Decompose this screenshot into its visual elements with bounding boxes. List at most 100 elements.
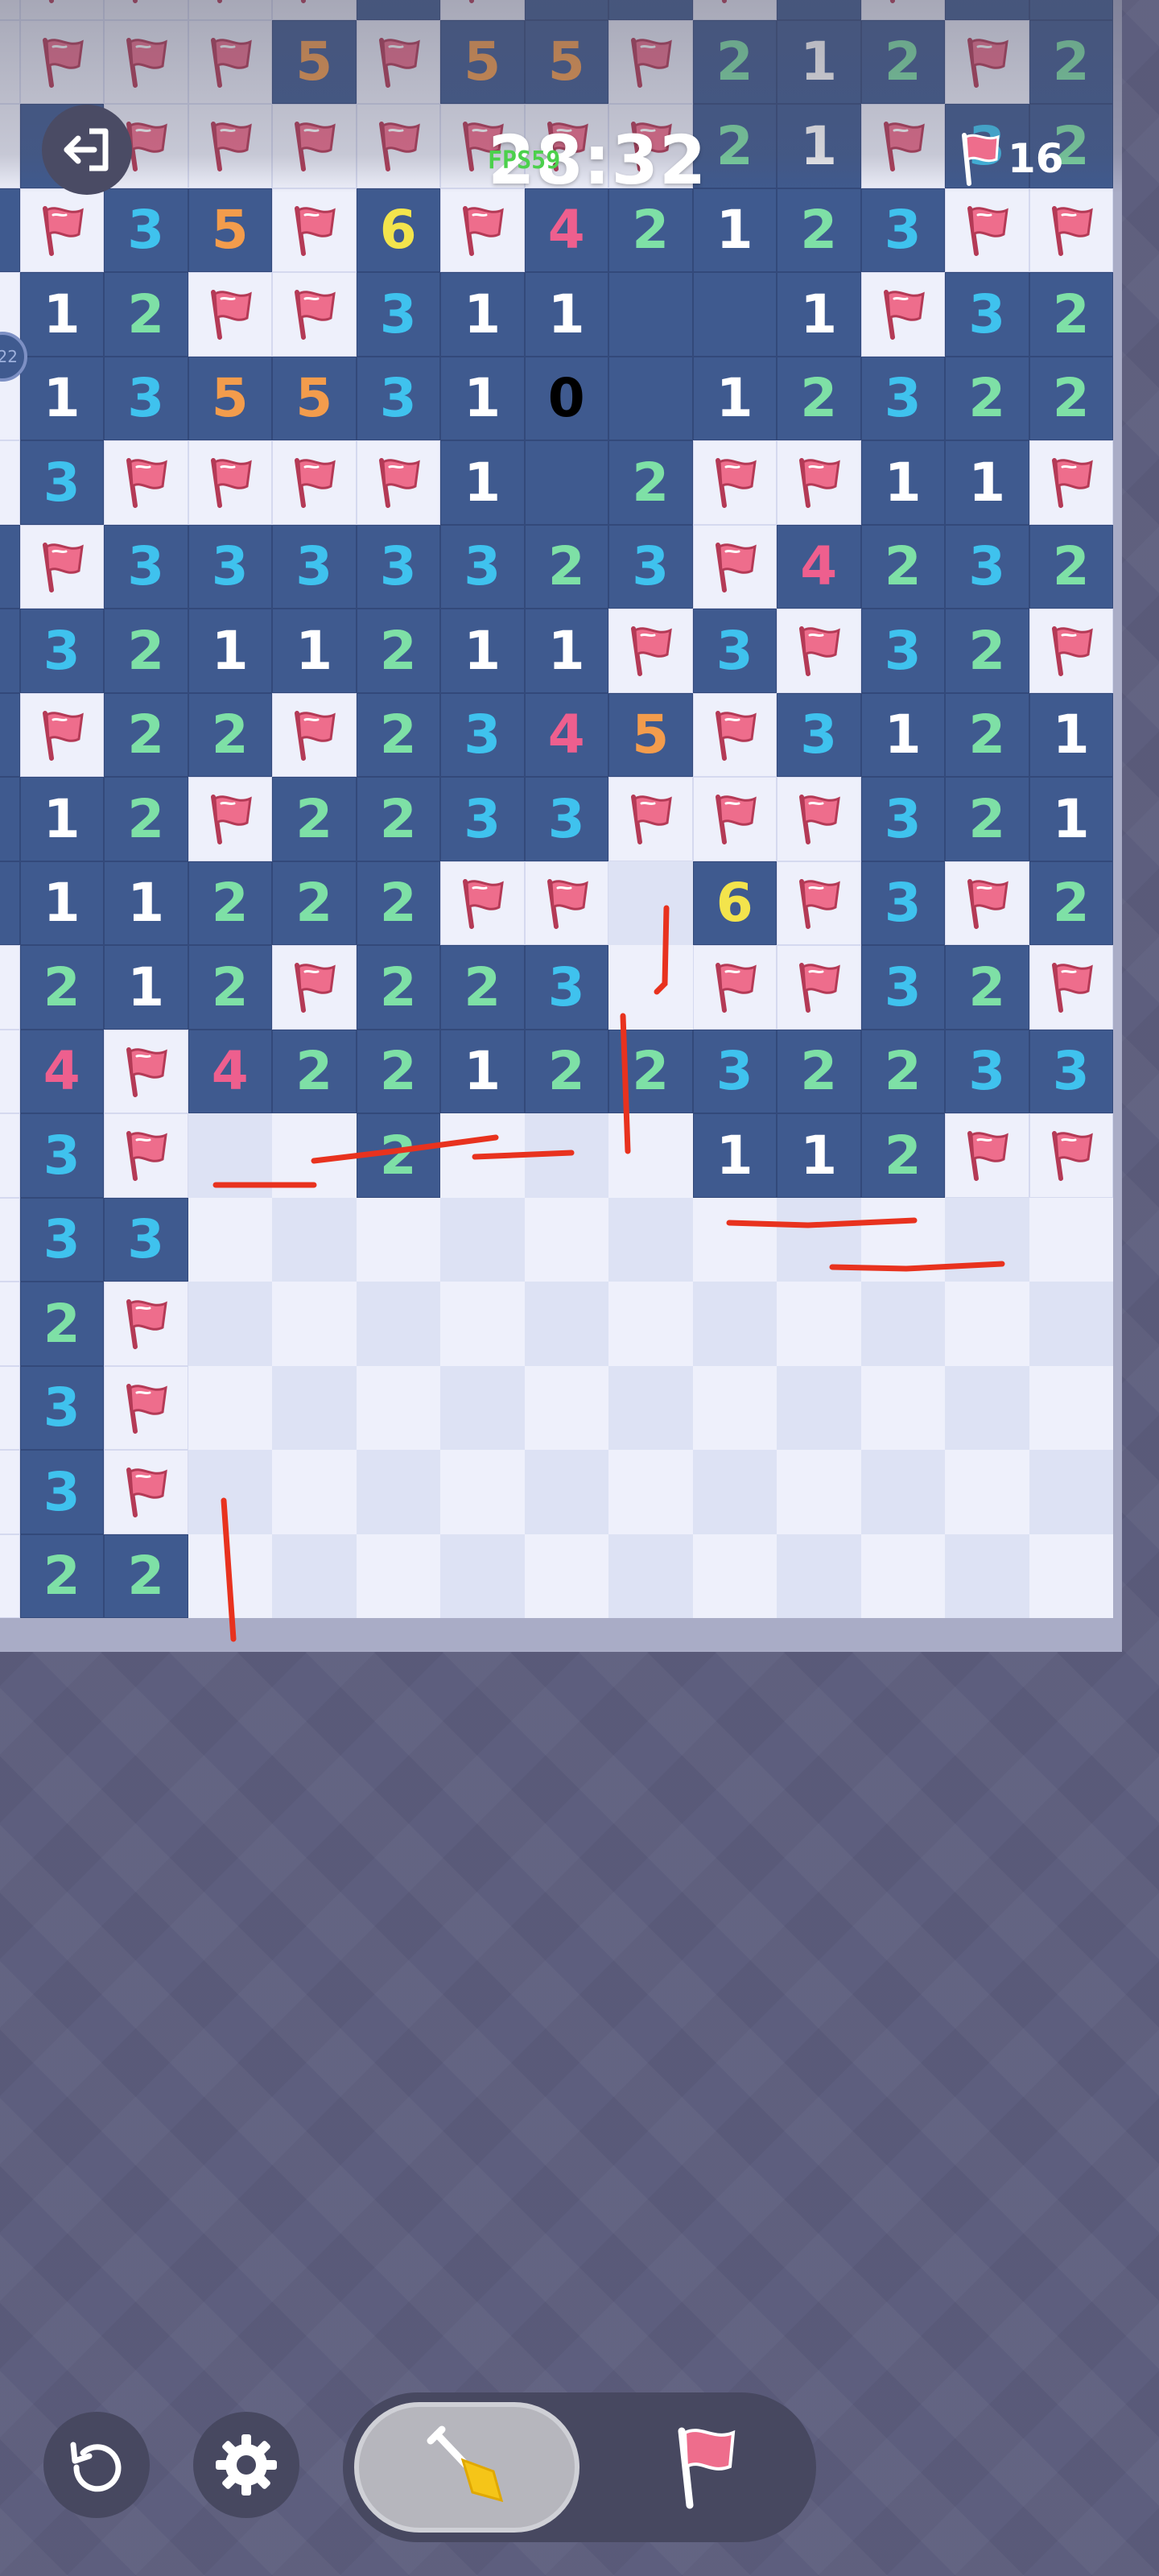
flagged-cell[interactable] bbox=[0, 0, 20, 20]
hidden-cell[interactable] bbox=[608, 1365, 693, 1450]
number-cell[interactable]: 2 bbox=[440, 945, 525, 1030]
number-cell[interactable]: 3 bbox=[608, 524, 693, 609]
flagged-cell[interactable] bbox=[692, 0, 777, 20]
flagged-cell[interactable] bbox=[188, 777, 272, 861]
number-cell[interactable]: 3 bbox=[356, 524, 440, 609]
hidden-cell[interactable] bbox=[608, 1534, 693, 1618]
number-cell[interactable]: 2 bbox=[860, 19, 945, 104]
number-cell[interactable]: 1 bbox=[19, 861, 104, 945]
number-cell[interactable]: 1 bbox=[777, 272, 861, 357]
number-cell[interactable]: 3 bbox=[860, 609, 945, 693]
number-cell[interactable]: 2 bbox=[860, 1029, 945, 1113]
hidden-cell[interactable] bbox=[524, 1197, 608, 1282]
revealed-empty-cell[interactable] bbox=[608, 272, 693, 357]
hidden-cell[interactable] bbox=[1029, 1282, 1113, 1366]
restart-button[interactable] bbox=[43, 2412, 150, 2518]
flag-mode-button[interactable] bbox=[608, 2402, 802, 2533]
flagged-cell[interactable] bbox=[945, 861, 1029, 945]
number-cell[interactable]: 1 bbox=[19, 356, 104, 440]
flagged-cell[interactable] bbox=[19, 692, 104, 777]
hidden-cell[interactable] bbox=[777, 1365, 861, 1450]
hidden-cell[interactable] bbox=[692, 1197, 777, 1282]
number-cell[interactable]: 5 bbox=[608, 692, 693, 777]
flagged-cell[interactable] bbox=[1029, 440, 1113, 525]
number-cell[interactable]: 1 bbox=[777, 19, 861, 104]
flagged-cell[interactable] bbox=[104, 1365, 188, 1450]
number-cell[interactable]: 5 bbox=[356, 0, 440, 20]
number-cell[interactable]: 2 bbox=[188, 861, 272, 945]
hidden-cell[interactable] bbox=[860, 1197, 945, 1282]
number-cell[interactable]: 5 bbox=[188, 356, 272, 440]
hidden-cell[interactable] bbox=[692, 1365, 777, 1450]
hidden-cell[interactable] bbox=[440, 1534, 525, 1618]
flagged-cell[interactable] bbox=[777, 440, 861, 525]
hidden-cell[interactable] bbox=[524, 1534, 608, 1618]
hidden-cell[interactable] bbox=[860, 1450, 945, 1534]
hidden-cell[interactable] bbox=[777, 1450, 861, 1534]
hidden-cell[interactable] bbox=[777, 1282, 861, 1366]
flagged-cell[interactable] bbox=[692, 692, 777, 777]
hidden-cell[interactable] bbox=[272, 1450, 357, 1534]
number-cell[interactable]: 3 bbox=[104, 356, 188, 440]
number-cell[interactable]: 5 bbox=[188, 188, 272, 272]
number-cell[interactable]: 1 bbox=[692, 1113, 777, 1198]
number-cell[interactable]: 2 bbox=[608, 1029, 693, 1113]
number-cell[interactable]: 2 bbox=[356, 1029, 440, 1113]
flagged-cell[interactable] bbox=[692, 945, 777, 1030]
flagged-cell[interactable] bbox=[188, 19, 272, 104]
number-cell[interactable]: 2 bbox=[356, 945, 440, 1030]
flagged-cell[interactable] bbox=[19, 19, 104, 104]
flagged-cell[interactable] bbox=[0, 1197, 20, 1282]
number-cell[interactable]: 3 bbox=[19, 1197, 104, 1282]
flagged-cell[interactable] bbox=[19, 524, 104, 609]
number-cell[interactable]: 3 bbox=[860, 356, 945, 440]
hidden-cell[interactable] bbox=[1029, 1450, 1113, 1534]
number-cell[interactable]: 2 bbox=[524, 1029, 608, 1113]
number-cell[interactable]: 2 bbox=[945, 777, 1029, 861]
number-cell[interactable]: 2 bbox=[777, 188, 861, 272]
flagged-cell[interactable] bbox=[272, 0, 357, 20]
flagged-cell[interactable] bbox=[608, 609, 693, 693]
number-cell[interactable]: 3 bbox=[692, 609, 777, 693]
number-cell[interactable]: 1 bbox=[524, 272, 608, 357]
number-cell[interactable]: 3 bbox=[104, 524, 188, 609]
number-cell[interactable]: 1 bbox=[692, 356, 777, 440]
number-cell[interactable]: 1 bbox=[777, 104, 861, 188]
flagged-cell[interactable] bbox=[272, 440, 357, 525]
hidden-cell[interactable] bbox=[188, 1534, 272, 1618]
number-cell[interactable]: 3 bbox=[104, 1197, 188, 1282]
number-cell[interactable]: 2 bbox=[104, 272, 188, 357]
number-cell[interactable]: 5 bbox=[524, 0, 608, 20]
exit-button[interactable] bbox=[42, 105, 132, 195]
number-cell[interactable]: 2 bbox=[104, 692, 188, 777]
number-cell[interactable]: 3 bbox=[860, 861, 945, 945]
number-cell[interactable]: 2 bbox=[1029, 0, 1113, 20]
number-cell[interactable]: 3 bbox=[860, 945, 945, 1030]
hidden-cell[interactable] bbox=[272, 1113, 357, 1198]
flagged-cell[interactable] bbox=[272, 945, 357, 1030]
revealed-empty-cell[interactable] bbox=[524, 440, 608, 525]
number-cell[interactable]: 3 bbox=[524, 945, 608, 1030]
number-cell[interactable]: 3 bbox=[945, 272, 1029, 357]
number-cell[interactable]: 5 bbox=[272, 356, 357, 440]
flagged-cell[interactable] bbox=[440, 0, 525, 20]
number-cell[interactable]: 3 bbox=[524, 777, 608, 861]
flagged-cell[interactable] bbox=[945, 1113, 1029, 1198]
hidden-cell[interactable] bbox=[356, 1197, 440, 1282]
flagged-cell[interactable] bbox=[188, 440, 272, 525]
number-cell[interactable]: 2 bbox=[0, 861, 20, 945]
hidden-cell[interactable] bbox=[608, 1113, 693, 1198]
number-cell[interactable]: 2 bbox=[1029, 356, 1113, 440]
flagged-cell[interactable] bbox=[777, 945, 861, 1030]
hidden-cell[interactable] bbox=[777, 1534, 861, 1618]
number-cell[interactable]: 3 bbox=[945, 524, 1029, 609]
hidden-cell[interactable] bbox=[440, 1282, 525, 1366]
number-cell[interactable]: 0 bbox=[524, 356, 608, 440]
number-cell[interactable]: 2 bbox=[945, 692, 1029, 777]
number-cell[interactable]: 3 bbox=[19, 609, 104, 693]
number-cell[interactable]: 2 bbox=[356, 1113, 440, 1198]
hidden-cell[interactable] bbox=[524, 1113, 608, 1198]
number-cell[interactable]: 3 bbox=[272, 524, 357, 609]
number-cell[interactable]: 4 bbox=[524, 692, 608, 777]
flagged-cell[interactable] bbox=[0, 104, 20, 188]
